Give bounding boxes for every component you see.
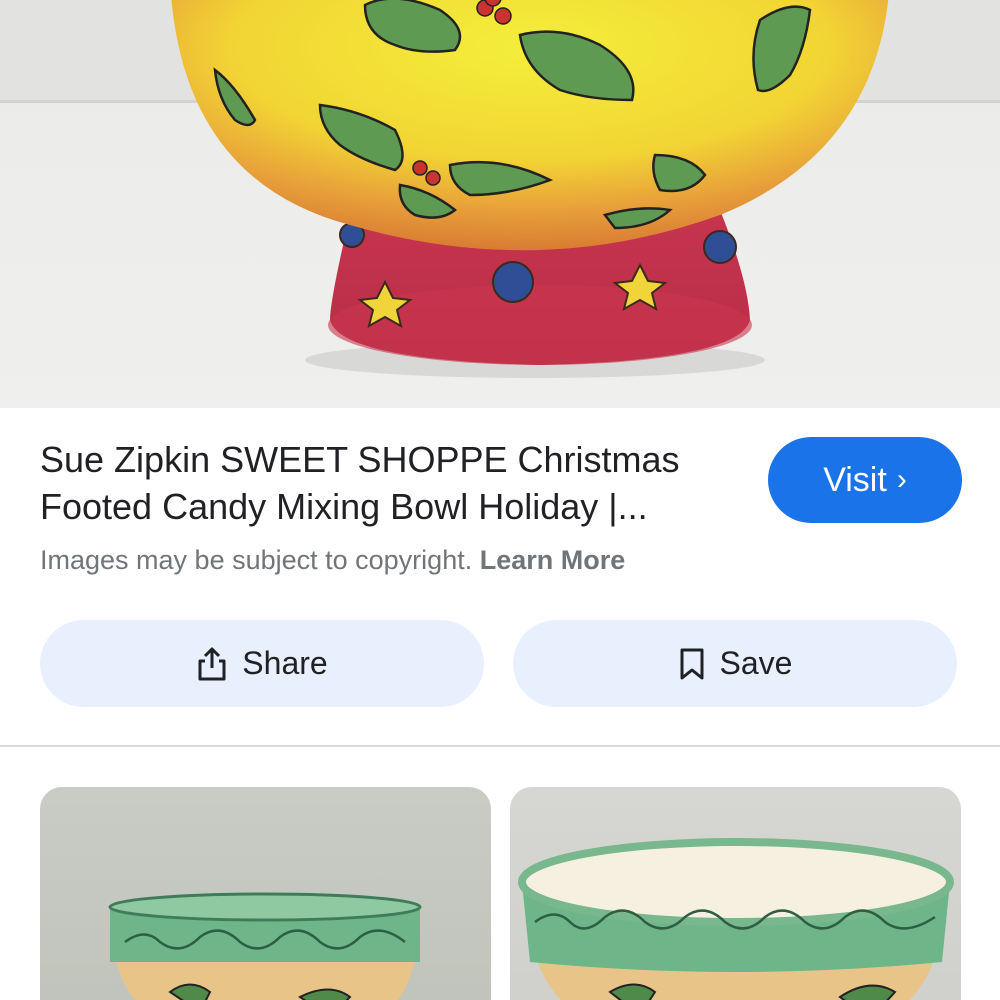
related-bowl-illustration-2 xyxy=(518,838,954,1000)
copyright-notice: Images may be subject to copyright. Lear… xyxy=(40,545,625,576)
save-button[interactable]: Save xyxy=(513,620,957,707)
share-button-label: Share xyxy=(242,645,328,681)
related-image-2[interactable] xyxy=(510,787,961,1000)
related-bowl-illustration-1 xyxy=(108,892,422,1000)
visit-button[interactable]: Visit › xyxy=(768,437,962,523)
main-image[interactable] xyxy=(0,0,1000,408)
share-button[interactable]: Share xyxy=(40,620,484,707)
visit-button-label: Visit xyxy=(823,460,887,499)
copyright-text: Images may be subject to copyright. xyxy=(40,545,473,575)
result-title[interactable]: Sue Zipkin SWEET SHOPPE Christmas Footed… xyxy=(40,436,740,530)
share-icon xyxy=(196,646,228,682)
chevron-right-icon: › xyxy=(896,463,907,496)
bowl-illustration xyxy=(0,0,1000,378)
related-image-1[interactable] xyxy=(40,787,491,1000)
learn-more-link[interactable]: Learn More xyxy=(480,545,626,575)
section-divider xyxy=(0,745,1000,747)
bookmark-icon xyxy=(678,647,706,681)
image-result-page: Sue Zipkin SWEET SHOPPE Christmas Footed… xyxy=(0,0,1000,1000)
save-button-label: Save xyxy=(719,645,793,681)
